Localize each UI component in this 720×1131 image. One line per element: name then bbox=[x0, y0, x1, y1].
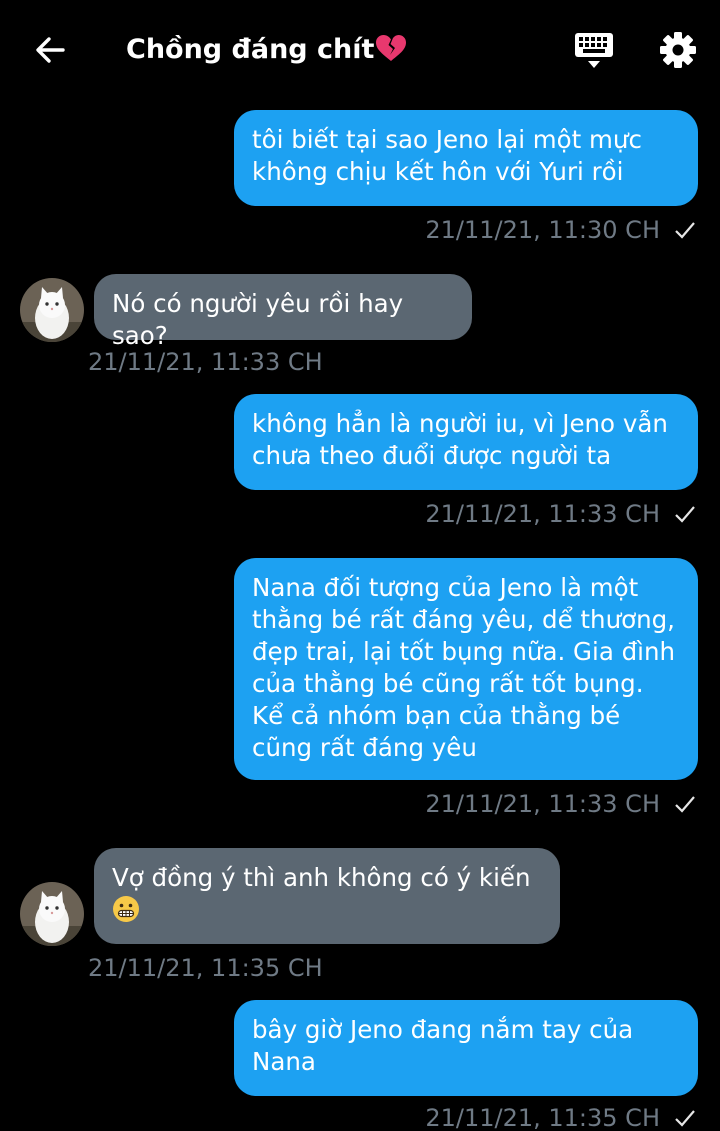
timestamp-text: 21/11/21, 11:35 CH bbox=[425, 1104, 660, 1131]
incoming-message[interactable]: Vợ đồng ý thì anh không có ý kiến bbox=[94, 848, 560, 944]
keyboard-icon[interactable] bbox=[572, 28, 616, 72]
back-arrow-icon[interactable] bbox=[30, 30, 70, 70]
sent-check-icon bbox=[675, 796, 695, 813]
message-timestamp: 21/11/21, 11:33 CH bbox=[425, 788, 696, 820]
cat-avatar-icon bbox=[20, 278, 84, 342]
timestamp-text: 21/11/21, 11:33 CH bbox=[425, 790, 660, 818]
message-text: Nana đối tượng của Jeno là một thằng bé … bbox=[252, 573, 676, 762]
message-timestamp: 21/11/21, 11:35 CH bbox=[425, 1102, 696, 1131]
message-text: Vợ đồng ý thì anh không có ý kiến bbox=[112, 863, 531, 892]
timestamp-text: 21/11/21, 11:35 CH bbox=[88, 954, 323, 982]
message-timestamp: 21/11/21, 11:33 CH bbox=[425, 498, 696, 530]
chat-header: Chồng đáng chít bbox=[0, 0, 720, 100]
message-timestamp: 21/11/21, 11:33 CH bbox=[88, 346, 323, 378]
broken-heart-icon bbox=[376, 35, 407, 61]
timestamp-text: 21/11/21, 11:30 CH bbox=[425, 216, 660, 244]
conversation-title: Chồng đáng chít bbox=[126, 30, 408, 70]
outgoing-message[interactable]: bây giờ Jeno đang nắm tay của Nana bbox=[234, 1000, 698, 1096]
message-text: Nó có người yêu rồi hay sao? bbox=[112, 289, 404, 350]
message-text: tôi biết tại sao Jeno lại một mực không … bbox=[252, 125, 642, 186]
sent-check-icon bbox=[675, 222, 695, 239]
settings-gear-icon[interactable] bbox=[658, 30, 698, 70]
sent-check-icon bbox=[675, 1110, 695, 1127]
contact-avatar[interactable] bbox=[20, 882, 84, 946]
sent-check-icon bbox=[675, 506, 695, 523]
incoming-message[interactable]: Nó có người yêu rồi hay sao? bbox=[94, 274, 472, 350]
outgoing-message[interactable]: tôi biết tại sao Jeno lại một mực không … bbox=[234, 110, 698, 206]
grimacing-face-icon bbox=[113, 896, 139, 922]
cat-avatar-icon bbox=[20, 882, 84, 946]
message-timestamp: 21/11/21, 11:30 CH bbox=[425, 214, 696, 246]
message-text: bây giờ Jeno đang nắm tay của Nana bbox=[252, 1015, 634, 1076]
timestamp-text: 21/11/21, 11:33 CH bbox=[88, 348, 323, 376]
message-timestamp: 21/11/21, 11:35 CH bbox=[88, 952, 323, 984]
contact-avatar[interactable] bbox=[20, 278, 84, 342]
outgoing-message[interactable]: Nana đối tượng của Jeno là một thằng bé … bbox=[234, 558, 698, 780]
message-text: không hẳn là người iu, vì Jeno vẫn chưa … bbox=[252, 409, 668, 470]
timestamp-text: 21/11/21, 11:33 CH bbox=[425, 500, 660, 528]
conversation-title-text: Chồng đáng chít bbox=[126, 34, 375, 65]
outgoing-message[interactable]: không hẳn là người iu, vì Jeno vẫn chưa … bbox=[234, 394, 698, 490]
